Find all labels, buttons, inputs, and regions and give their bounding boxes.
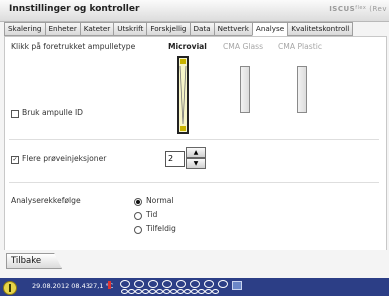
order-normal-radio[interactable]	[134, 198, 142, 206]
order-random-radio[interactable]	[134, 226, 142, 234]
sample-small-slot-icon	[205, 289, 212, 294]
sample-slot-icon	[190, 280, 200, 288]
sample-slot-icon	[120, 280, 130, 288]
divider	[9, 139, 379, 140]
injection-count-input[interactable]: 2	[165, 151, 185, 167]
sample-slot-icon	[134, 280, 144, 288]
sample-small-slot-icon	[163, 289, 170, 294]
order-normal-label: Normal	[146, 196, 174, 205]
sample-slot-icon	[148, 280, 158, 288]
order-random-label: Tilfeldig	[146, 224, 176, 233]
warning-icon	[108, 281, 111, 289]
brand-name: ISCUS	[329, 5, 356, 13]
multi-injection-label: Flere prøveinjeksjoner	[22, 154, 107, 163]
tab-utskrift[interactable]: Utskrift	[113, 22, 147, 36]
cma-glass-option[interactable]	[240, 66, 250, 113]
tab-kvalitetskontroll[interactable]: Kvalitetskontroll	[287, 22, 354, 36]
sample-small-slot-icon	[198, 289, 205, 294]
tab-analyse[interactable]: Analyse	[251, 22, 288, 36]
tab-skalering[interactable]: Skalering	[4, 22, 45, 36]
analyse-panel: Klikk på foretrukket ampulletype Microvi…	[4, 36, 387, 251]
use-vial-id-checkbox[interactable]	[11, 110, 19, 118]
cma-plastic-option[interactable]	[297, 66, 307, 113]
tab-bar: Skalering Enheter Kateter Utskrift Forsk…	[4, 22, 354, 36]
status-datetime: 29.08.2012 08.43	[32, 282, 90, 290]
sample-slot-icon	[162, 280, 172, 288]
power-icon[interactable]	[3, 281, 17, 295]
sample-small-slot-icon	[156, 289, 163, 294]
sample-slot-icon	[218, 280, 228, 288]
tab-enheter[interactable]: Enheter	[44, 22, 80, 36]
vial-label-cma-glass: CMA Glass	[223, 42, 264, 51]
order-time-label: Tid	[146, 210, 158, 219]
sample-small-slot-icon	[212, 289, 219, 294]
sample-small-slot-icon	[149, 289, 156, 294]
window-title: Innstillinger og kontroller	[9, 4, 140, 14]
settings-window: Innstillinger og kontroller ISCUSflex (R…	[0, 0, 389, 296]
brand-sup: flex	[355, 5, 367, 11]
analysis-order-label: Analyserekkefølge	[11, 196, 81, 205]
vial-cap-bottom-icon	[180, 126, 186, 131]
microvial-option[interactable]	[177, 56, 189, 134]
order-time-radio[interactable]	[134, 212, 142, 220]
tab-nettverk[interactable]: Nettverk	[213, 22, 252, 36]
divider	[9, 182, 379, 183]
tab-forskjellig[interactable]: Forskjellig	[146, 22, 190, 36]
arrow-up-icon: ▲	[193, 149, 199, 156]
brand-logo: ISCUSflex (Rev	[329, 5, 387, 13]
sample-small-slot-icon	[170, 289, 177, 294]
sample-small-slot-icon	[135, 289, 142, 294]
tray-icon[interactable]	[232, 281, 242, 290]
vial-cap-top-icon	[180, 59, 186, 64]
sample-small-slot-icon	[177, 289, 184, 294]
vial-label-microvial: Microvial	[168, 42, 207, 51]
vial-type-label: Klikk på foretrukket ampulletype	[11, 42, 136, 51]
vial-label-cma-plastic: CMA Plastic	[278, 42, 323, 51]
decrement-button[interactable]: ▼	[186, 158, 206, 169]
tab-data[interactable]: Data	[189, 22, 214, 36]
sample-small-slot-icon	[142, 289, 149, 294]
use-vial-id-label: Bruk ampulle ID	[22, 108, 84, 117]
tab-kateter[interactable]: Kateter	[79, 22, 114, 36]
arrow-down-icon: ▼	[193, 160, 199, 167]
vial-shape-icon	[179, 66, 187, 125]
sample-slot-icon	[204, 280, 214, 288]
increment-button[interactable]: ▲	[186, 147, 206, 158]
back-button[interactable]: Tilbake	[6, 253, 62, 269]
brand-tail: (Rev	[369, 5, 387, 13]
sample-small-slot-icon	[128, 289, 135, 294]
sample-small-slot-icon	[184, 289, 191, 294]
title-bar: Innstillinger og kontroller ISCUSflex (R…	[0, 0, 389, 22]
sample-slot-icon	[176, 280, 186, 288]
multi-injection-checkbox[interactable]: ✓	[11, 156, 19, 164]
sample-small-slot-icon	[121, 289, 128, 294]
sample-small-slot-icon	[191, 289, 198, 294]
